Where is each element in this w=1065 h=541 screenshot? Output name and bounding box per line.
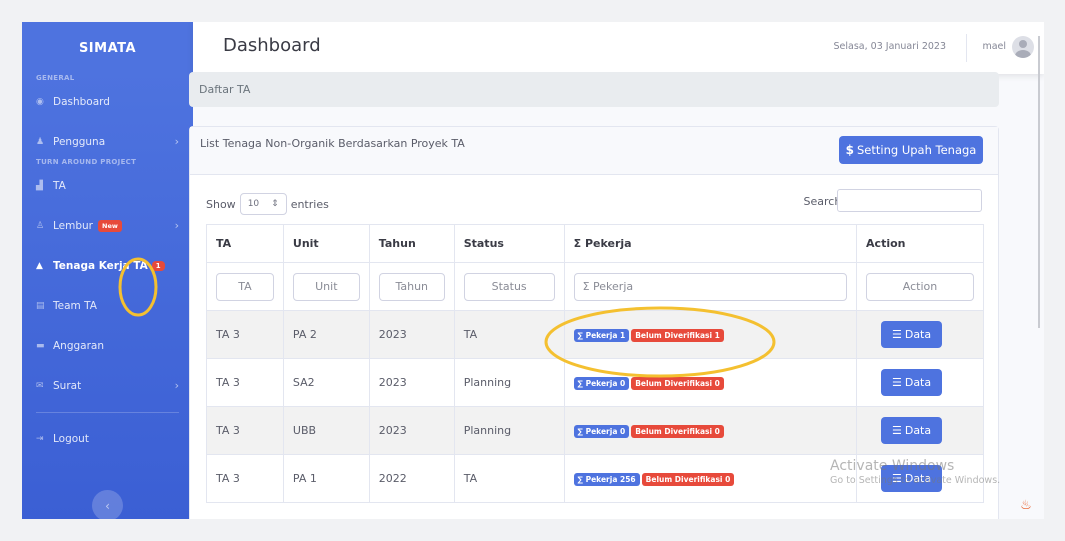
annotation-layer [118,257,776,378]
highlight-ellipse-pekerja [544,306,776,378]
highlight-ellipse-badge [118,257,158,317]
